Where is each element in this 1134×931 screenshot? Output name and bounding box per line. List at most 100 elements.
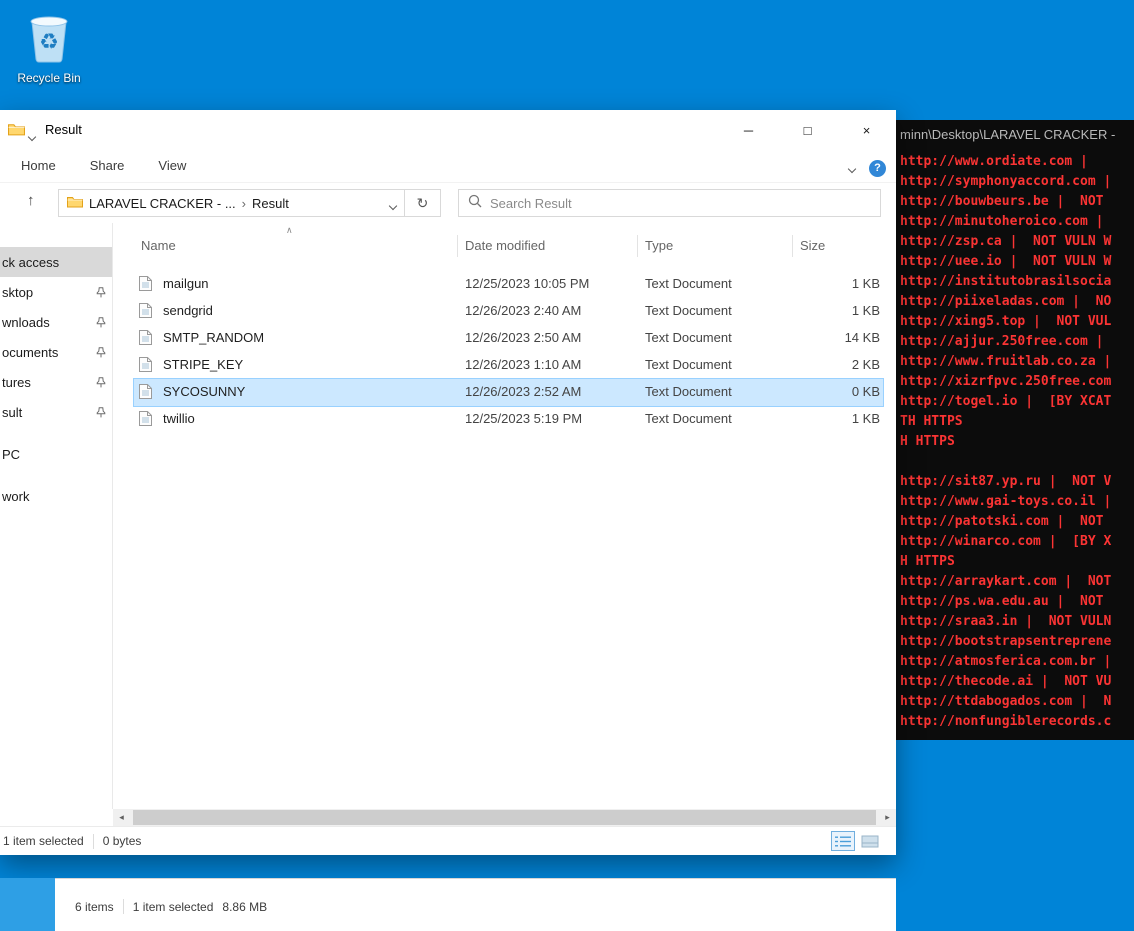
pin-icon <box>96 346 106 361</box>
file-list: mailgun 12/25/2023 10:05 PM Text Documen… <box>114 270 896 432</box>
console-line: http://www.ordiate.com | <box>900 152 1134 172</box>
ribbon-collapse-icon[interactable] <box>849 159 855 177</box>
address-dropdown-icon[interactable] <box>390 195 396 212</box>
ribbon-tab[interactable]: Share <box>73 150 142 181</box>
file-row[interactable]: twillio 12/25/2023 5:19 PM Text Document… <box>114 405 896 432</box>
sort-ascending-icon[interactable]: ∧ <box>286 225 293 236</box>
sidebar-item-label: tures <box>2 375 31 390</box>
sidebar-item[interactable]: ocuments <box>0 337 112 367</box>
sidebar-item-label: ck access <box>2 255 59 270</box>
help-icon[interactable]: ? <box>869 160 886 177</box>
recycle-bin-shortcut[interactable]: ♻ Recycle Bin <box>8 6 90 85</box>
file-row[interactable]: SYCOSUNNY 12/26/2023 2:52 AM Text Docume… <box>114 378 896 405</box>
console-line: http://ttdabogados.com | N <box>900 692 1134 712</box>
taskbar-button[interactable] <box>0 878 55 931</box>
breadcrumb-root[interactable]: LARAVEL CRACKER - ... <box>89 196 236 211</box>
pin-icon <box>96 406 106 421</box>
sidebar-item-label: PC <box>2 447 20 462</box>
address-breadcrumb[interactable]: LARAVEL CRACKER - ... › Result <box>58 189 405 217</box>
text-document-icon <box>139 384 152 402</box>
maximize-button[interactable]: □ <box>778 110 837 150</box>
text-document-icon <box>139 411 152 429</box>
up-arrow-icon[interactable]: ↑ <box>27 192 35 209</box>
recycle-bin-icon: ♻ <box>23 6 75 64</box>
file-date-modified: 12/25/2023 5:19 PM <box>465 411 582 426</box>
sidebar-item[interactable]: wnloads <box>0 307 112 337</box>
console-line: http://sraa3.in | NOT VULN <box>900 612 1134 632</box>
file-row[interactable]: mailgun 12/25/2023 10:05 PM Text Documen… <box>114 270 896 297</box>
file-row[interactable]: STRIPE_KEY 12/26/2023 1:10 AM Text Docum… <box>114 351 896 378</box>
console-line: TH HTTPS <box>900 412 1134 432</box>
text-document-icon <box>139 276 152 294</box>
large-icons-view-button[interactable] <box>858 831 882 851</box>
ribbon-bar: HomeShareView ? <box>0 150 896 183</box>
file-date-modified: 12/26/2023 2:50 AM <box>465 330 581 345</box>
explorer-app-icon <box>8 122 25 141</box>
scroll-right-icon[interactable]: ▸ <box>879 809 896 826</box>
search-icon <box>468 194 482 213</box>
sidebar-item[interactable]: sktop <box>0 277 112 307</box>
horizontal-scrollbar[interactable]: ◂ ▸ <box>113 809 896 826</box>
status-selection-size: 0 bytes <box>103 834 142 848</box>
sidebar-item[interactable]: PC <box>0 439 112 469</box>
minimize-button[interactable]: ─ <box>719 110 778 150</box>
console-line: http://ps.wa.edu.au | NOT <box>900 592 1134 612</box>
pin-icon <box>96 316 106 331</box>
file-size: 0 KB <box>780 384 880 399</box>
title-bar[interactable]: Result ─ □ × <box>0 110 896 150</box>
column-header-date-modified[interactable]: Date modified <box>465 238 545 253</box>
background-items-count: 6 items <box>75 900 114 914</box>
file-type: Text Document <box>645 276 732 291</box>
console-line: http://nonfungiblerecords.c <box>900 712 1134 732</box>
console-window[interactable]: minn\Desktop\LARAVEL CRACKER - http://ww… <box>896 120 1134 740</box>
refresh-icon: ↻ <box>417 195 429 212</box>
file-date-modified: 12/26/2023 2:40 AM <box>465 303 581 318</box>
file-size: 14 KB <box>780 330 880 345</box>
console-line: http://piixeladas.com | NO <box>900 292 1134 312</box>
ribbon-tab[interactable]: Home <box>4 150 73 181</box>
sidebar-item[interactable]: sult <box>0 397 112 427</box>
sidebar-item-label: work <box>2 489 29 504</box>
details-view-button[interactable] <box>831 831 855 851</box>
column-divider[interactable] <box>457 235 458 257</box>
file-size: 2 KB <box>780 357 880 372</box>
console-line: http://xizrfpvc.250free.com <box>900 372 1134 392</box>
console-line: http://winarco.com | [BY X <box>900 532 1134 552</box>
column-header-type[interactable]: Type <box>645 238 673 253</box>
text-document-icon <box>139 303 152 321</box>
file-name: mailgun <box>163 276 209 291</box>
file-row[interactable]: SMTP_RANDOM 12/26/2023 2:50 AM Text Docu… <box>114 324 896 351</box>
sidebar-item[interactable]: work <box>0 481 112 511</box>
file-type: Text Document <box>645 411 732 426</box>
refresh-button[interactable]: ↻ <box>405 189 441 217</box>
scrollbar-thumb[interactable] <box>133 810 876 825</box>
sidebar-item[interactable]: ck access <box>0 247 112 277</box>
close-button[interactable]: × <box>837 110 896 150</box>
breadcrumb-current[interactable]: Result <box>252 196 289 211</box>
console-line: http://bouwbeurs.be | NOT <box>900 192 1134 212</box>
console-line: http://arraykart.com | NOT <box>900 572 1134 592</box>
window-title: Result <box>45 122 82 137</box>
file-type: Text Document <box>645 357 732 372</box>
sidebar-item[interactable]: tures <box>0 367 112 397</box>
console-line: http://atmosferica.com.br | <box>900 652 1134 672</box>
column-divider[interactable] <box>792 235 793 257</box>
window-controls: ─ □ × <box>719 110 896 150</box>
column-divider[interactable] <box>637 235 638 257</box>
background-window-status-bar: 6 items 1 item selected 8.86 MB <box>55 878 896 931</box>
console-line: H HTTPS <box>900 432 1134 452</box>
ribbon-tab[interactable]: View <box>141 150 203 181</box>
column-header-size[interactable]: Size <box>800 238 825 253</box>
quick-access-toolbar-caret-icon[interactable] <box>29 127 35 145</box>
console-line: http://uee.io | NOT VULN W <box>900 252 1134 272</box>
search-input[interactable] <box>490 196 871 211</box>
search-box[interactable] <box>458 189 881 217</box>
sidebar-item-label: wnloads <box>2 315 50 330</box>
minimize-icon: ─ <box>744 123 753 138</box>
console-line: http://xing5.top | NOT VUL <box>900 312 1134 332</box>
file-row[interactable]: sendgrid 12/26/2023 2:40 AM Text Documen… <box>114 297 896 324</box>
background-selection-count: 1 item selected <box>133 900 214 914</box>
column-header-name[interactable]: Name <box>141 238 176 253</box>
background-selection-size: 8.86 MB <box>222 900 267 914</box>
scroll-left-icon[interactable]: ◂ <box>113 809 130 826</box>
